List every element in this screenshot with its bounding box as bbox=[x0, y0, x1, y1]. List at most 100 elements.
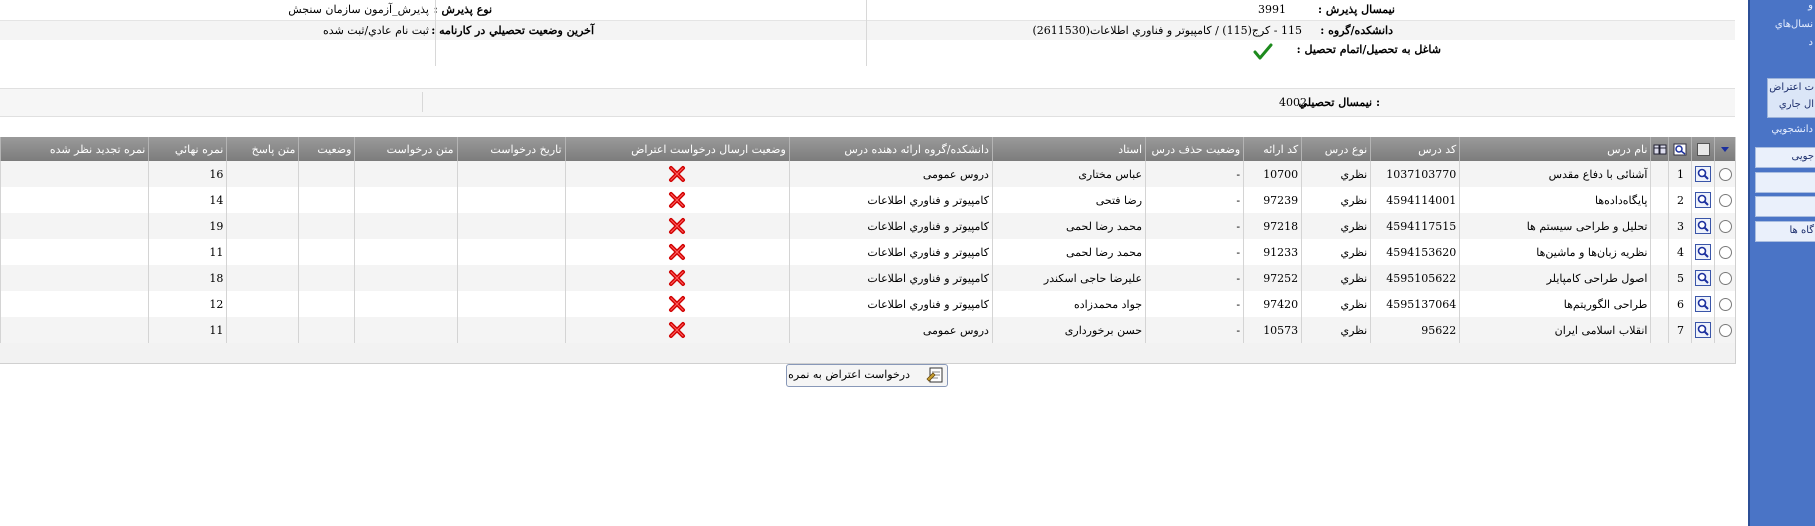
grid-header-row: نام درس كد درس نوع درس كد ارائه وضعيت حذ… bbox=[0, 137, 1735, 161]
magnifier-icon[interactable] bbox=[1691, 213, 1715, 239]
sidebar-fragment[interactable]: گاه ها bbox=[1789, 225, 1814, 236]
col-status[interactable]: وضعيت bbox=[298, 137, 355, 161]
cell-answer-text bbox=[226, 265, 299, 291]
cell-course-name: اصول طراحی کامپايلر bbox=[1459, 265, 1651, 291]
row-select-radio[interactable] bbox=[1714, 317, 1735, 343]
sidebar-strip[interactable]: گاه ها bbox=[1755, 221, 1815, 242]
cell-course-name: پايگاه‌داده‌ها bbox=[1459, 187, 1651, 213]
sidebar-fragment[interactable]: ت اعتراض bbox=[1769, 82, 1814, 93]
last-status-label: آخرين وضعيت تحصيلي در کارنامه : bbox=[431, 24, 594, 37]
cell-request-date bbox=[456, 265, 566, 291]
cell-faculty: دروس عمومی bbox=[788, 161, 993, 187]
col-objection-status[interactable]: وضعيت ارسال درخواست اعتراض bbox=[564, 137, 790, 161]
sidebar-fragment[interactable]: دانشجويي bbox=[1771, 124, 1813, 135]
sidebar-strip[interactable] bbox=[1755, 196, 1815, 217]
select-all-checkbox[interactable] bbox=[1691, 137, 1715, 161]
sidebar-fragment[interactable]: جويی bbox=[1792, 151, 1814, 162]
col-faculty[interactable]: دانشكده/گروه ارائه دهنده درس bbox=[788, 137, 993, 161]
cell-final-grade: 14 bbox=[148, 187, 227, 213]
col-final-grade[interactable]: نمره نهائي bbox=[148, 137, 227, 161]
cell-status bbox=[298, 291, 355, 317]
divider bbox=[422, 92, 423, 112]
row-spacer bbox=[1650, 291, 1669, 317]
col-offer-code[interactable]: كد ارائه bbox=[1243, 137, 1302, 161]
table-row[interactable]: 5 اصول طراحی کامپايلر 4595105622 نظري 97252-… bbox=[0, 265, 1735, 291]
col-instructor[interactable]: استاد bbox=[991, 137, 1146, 161]
cell-instructor: جواد محمدزاده bbox=[991, 291, 1146, 317]
table-row[interactable]: 4 نظريه زبان‌ها و ماشين‌ها 4594153620 نظري 9… bbox=[0, 239, 1735, 265]
cell-review-grade bbox=[0, 213, 149, 239]
magnifier-icon[interactable] bbox=[1691, 291, 1715, 317]
objection-request-label: درخواست اعتراض به نمره bbox=[788, 368, 910, 381]
info-row-admission: نيمسال پذيرش : 3991 نوع پذيرش : پذيرش_آز… bbox=[0, 0, 1735, 20]
row-spacer bbox=[1650, 213, 1669, 239]
cell-status bbox=[298, 187, 355, 213]
info-row-faculty: دانشكده/گروه : 115 - كرج(115) / كامپيوتر… bbox=[0, 20, 1735, 42]
sidebar-fragment[interactable]: و bbox=[1808, 0, 1813, 11]
cell-course-name: تحليل و طراحی سيستم ها bbox=[1459, 213, 1651, 239]
cell-course-type: نظري bbox=[1301, 317, 1371, 343]
col-course-code[interactable]: كد درس bbox=[1370, 137, 1460, 161]
row-select-radio[interactable] bbox=[1714, 239, 1735, 265]
cell-faculty: كامپيوتر و فناوري اطلاعات bbox=[788, 187, 993, 213]
cell-course-name: نظريه زبان‌ها و ماشين‌ها bbox=[1459, 239, 1651, 265]
sidebar-strip[interactable]: جويی bbox=[1755, 147, 1815, 168]
sort-arrow-icon[interactable] bbox=[1714, 137, 1735, 161]
col-request-text[interactable]: متن درخواست bbox=[354, 137, 457, 161]
cell-answer-text bbox=[226, 161, 299, 187]
cell-request-text bbox=[354, 239, 457, 265]
col-course-name[interactable]: نام درس bbox=[1459, 137, 1651, 161]
sidebar-active-panel[interactable]: ت اعتراض ال جاري bbox=[1767, 78, 1815, 118]
col-review-grade[interactable]: نمره تجديد نظر شده bbox=[0, 137, 149, 161]
cell-faculty: دروس عمومی bbox=[788, 317, 993, 343]
table-row[interactable]: 6 طراحی الگوريتم‌ها 4595137064 نظري 97420- جو… bbox=[0, 291, 1735, 317]
table-row[interactable]: 1 آشنائی با دفاع مقدس 1037103770 نظري 10700-… bbox=[0, 161, 1735, 187]
cell-course-code: 1037103770 bbox=[1370, 161, 1460, 187]
col-answer-text[interactable]: متن پاسخ bbox=[226, 137, 299, 161]
cell-course-name: آشنائی با دفاع مقدس bbox=[1459, 161, 1651, 187]
cell-course-type: نظري bbox=[1301, 187, 1371, 213]
admission-type-label: نوع پذيرش : bbox=[433, 3, 492, 16]
magnifier-icon[interactable] bbox=[1691, 265, 1715, 291]
row-number: 6 bbox=[1668, 291, 1692, 317]
cell-drop-status: - bbox=[1145, 291, 1244, 317]
row-select-radio[interactable] bbox=[1714, 187, 1735, 213]
table-row[interactable]: 2 پايگاه‌داده‌ها 4594114001 نظري 97239- رضا ف… bbox=[0, 187, 1735, 213]
row-spacer bbox=[1650, 239, 1669, 265]
col-drop-status[interactable]: وضعيت حذف درس bbox=[1145, 137, 1244, 161]
row-select-radio[interactable] bbox=[1714, 161, 1735, 187]
objection-request-button[interactable]: درخواست اعتراض به نمره bbox=[786, 364, 948, 387]
student-info-panel: نيمسال پذيرش : 3991 نوع پذيرش : پذيرش_آز… bbox=[0, 0, 1735, 70]
sidebar-fragment[interactable]: د bbox=[1809, 37, 1813, 48]
magnifier-icon[interactable] bbox=[1691, 161, 1715, 187]
magnifier-icon[interactable] bbox=[1691, 239, 1715, 265]
columns-icon[interactable] bbox=[1650, 137, 1669, 161]
row-select-radio[interactable] bbox=[1714, 291, 1735, 317]
sidebar-fragment[interactable]: نسال‌هاي bbox=[1775, 19, 1813, 30]
cell-status bbox=[298, 161, 355, 187]
cell-review-grade bbox=[0, 161, 149, 187]
cell-final-grade: 11 bbox=[148, 317, 227, 343]
row-select-radio[interactable] bbox=[1714, 265, 1735, 291]
cell-course-code: 4595105622 bbox=[1370, 265, 1460, 291]
view-header-icon bbox=[1668, 137, 1692, 161]
cell-final-grade: 19 bbox=[148, 213, 227, 239]
col-request-date[interactable]: تاريخ درخواست bbox=[456, 137, 566, 161]
cell-offer-code: 97252 bbox=[1243, 265, 1302, 291]
cell-offer-code: 97218 bbox=[1243, 213, 1302, 239]
col-course-type[interactable]: نوع درس bbox=[1301, 137, 1371, 161]
request-icon bbox=[926, 367, 943, 383]
divider bbox=[435, 0, 436, 66]
row-select-radio[interactable] bbox=[1714, 213, 1735, 239]
red-x-icon bbox=[564, 317, 790, 343]
cell-request-text bbox=[354, 213, 457, 239]
red-x-icon bbox=[564, 291, 790, 317]
cell-request-date bbox=[456, 213, 566, 239]
magnifier-icon[interactable] bbox=[1691, 317, 1715, 343]
sidebar-fragment[interactable]: ال جاري bbox=[1779, 99, 1814, 110]
magnifier-icon[interactable] bbox=[1691, 187, 1715, 213]
table-row[interactable]: 3 تحليل و طراحی سيستم ها 4594117515 نظري 972… bbox=[0, 213, 1735, 239]
sidebar-strip[interactable] bbox=[1755, 172, 1815, 193]
cell-answer-text bbox=[226, 213, 299, 239]
table-row[interactable]: 7 انقلاب اسلامی ايران 95622 نظري 10573- حسن ب… bbox=[0, 317, 1735, 343]
